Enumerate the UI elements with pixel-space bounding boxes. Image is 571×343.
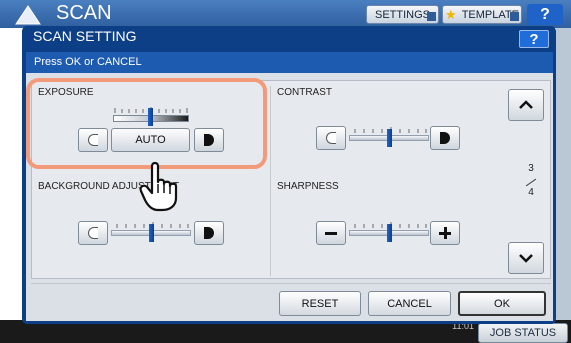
dialog-title: SCAN SETTING [33,28,137,44]
background-slider-thumb[interactable] [149,224,154,242]
half-circle-dark-icon [440,132,450,144]
action-divider [31,283,551,284]
chevron-up-icon [519,100,533,109]
settings-label: SETTINGS [374,8,430,21]
sharpness-increase-button[interactable] [430,221,460,245]
sharpness-decrease-button[interactable] [316,221,346,245]
scroll-up-button[interactable] [508,89,544,121]
app-title: SCAN [56,2,112,24]
pointing-hand-icon [139,161,178,212]
scroll-down-button[interactable] [508,242,544,274]
contrast-increase-button[interactable] [430,126,460,150]
app-help-button[interactable]: ? [527,4,563,25]
star-icon: ★ [445,6,457,22]
instruction-message: Press OK or CANCEL [34,56,142,68]
chevron-down-icon [519,254,533,263]
dialog-help-button[interactable]: ? [519,30,549,48]
background-lighter-button[interactable] [78,221,108,245]
dropdown-indicator-icon [510,12,519,21]
template-button[interactable]: ★ TEMPLATE [442,5,522,24]
contrast-label: CONTRAST [277,87,332,98]
job-status-button[interactable]: JOB STATUS [478,323,568,343]
total-page-number: 4 [528,187,534,198]
exposure-highlight-frame [26,78,267,169]
half-circle-light-icon [88,227,98,239]
scan-logo-icon [15,5,41,25]
half-circle-light-icon [326,132,336,144]
settings-button[interactable]: SETTINGS [366,5,439,24]
dropdown-indicator-icon [427,12,436,21]
cancel-button[interactable]: CANCEL [368,291,451,316]
sharpness-label: SHARPNESS [277,181,339,192]
sharpness-slider-thumb[interactable] [387,224,392,242]
plus-icon [439,227,451,239]
reset-button[interactable]: RESET [279,291,361,316]
background-darker-button[interactable] [194,221,224,245]
minus-icon [325,231,337,235]
ok-button[interactable]: OK [458,291,546,316]
current-page-number: 3 [528,163,534,174]
column-divider [270,86,271,276]
half-circle-dark-icon [204,227,214,239]
app-side-panel [556,28,571,320]
contrast-decrease-button[interactable] [316,126,346,150]
contrast-slider-thumb[interactable] [387,129,392,147]
